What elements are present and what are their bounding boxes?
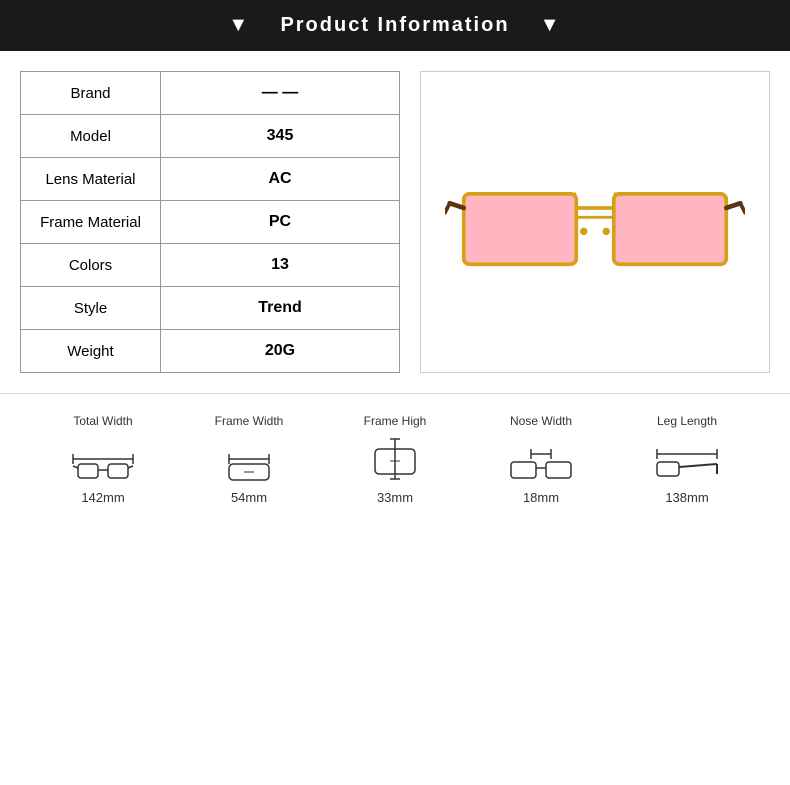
dimension-label: Frame High [364, 414, 427, 428]
dimension-label: Total Width [73, 414, 132, 428]
header-left-triangle: ▼ [228, 14, 250, 36]
table-cell-label: Brand [21, 72, 161, 115]
dimension-item-leg-length: Leg Length 138mm [614, 414, 760, 505]
page-header: ▼ Product Information ▼ [0, 0, 790, 51]
table-cell-value: — — [161, 72, 400, 115]
table-cell-value: 20G [161, 330, 400, 373]
table-row: Lens MaterialAC [21, 158, 400, 201]
product-info-table-section: Brand— —Model345Lens MaterialACFrame Mat… [20, 71, 400, 373]
dimension-label: Leg Length [657, 414, 717, 428]
main-content: Brand— —Model345Lens MaterialACFrame Mat… [0, 51, 790, 383]
product-image-section [420, 71, 770, 373]
dimension-value: 18mm [523, 490, 559, 505]
table-cell-value: 345 [161, 115, 400, 158]
table-row: StyleTrend [21, 287, 400, 330]
dimension-label: Nose Width [510, 414, 572, 428]
dimension-value: 138mm [665, 490, 708, 505]
dimension-item-total-width: Total Width 142mm [30, 414, 176, 505]
table-cell-value: 13 [161, 244, 400, 287]
product-image [445, 147, 745, 297]
table-cell-value: PC [161, 201, 400, 244]
dimension-value: 54mm [231, 490, 267, 505]
table-cell-label: Model [21, 115, 161, 158]
dimensions-section: Total Width 142mmFrame Width 54mmFrame H… [0, 393, 790, 515]
product-info-table: Brand— —Model345Lens MaterialACFrame Mat… [20, 71, 400, 373]
table-cell-label: Frame Material [21, 201, 161, 244]
dimension-item-frame-high: Frame High 33mm [322, 414, 468, 505]
dimension-label: Frame Width [215, 414, 284, 428]
table-cell-label: Colors [21, 244, 161, 287]
dimension-value: 142mm [81, 490, 124, 505]
total-width-icon [68, 434, 138, 484]
table-row: Colors13 [21, 244, 400, 287]
dimension-item-nose-width: Nose Width 18mm [468, 414, 614, 505]
table-cell-label: Weight [21, 330, 161, 373]
table-cell-value: AC [161, 158, 400, 201]
table-cell-label: Style [21, 287, 161, 330]
header-title: Product Information [280, 14, 509, 36]
table-cell-value: Trend [161, 287, 400, 330]
table-row: Brand— — [21, 72, 400, 115]
frame-high-icon [360, 434, 430, 484]
table-row: Weight20G [21, 330, 400, 373]
nose-width-icon [506, 434, 576, 484]
table-cell-label: Lens Material [21, 158, 161, 201]
dimension-item-frame-width: Frame Width 54mm [176, 414, 322, 505]
table-row: Model345 [21, 115, 400, 158]
frame-width-icon [214, 434, 284, 484]
table-row: Frame MaterialPC [21, 201, 400, 244]
header-right-triangle: ▼ [540, 14, 562, 36]
leg-length-icon [652, 434, 722, 484]
dimension-value: 33mm [377, 490, 413, 505]
